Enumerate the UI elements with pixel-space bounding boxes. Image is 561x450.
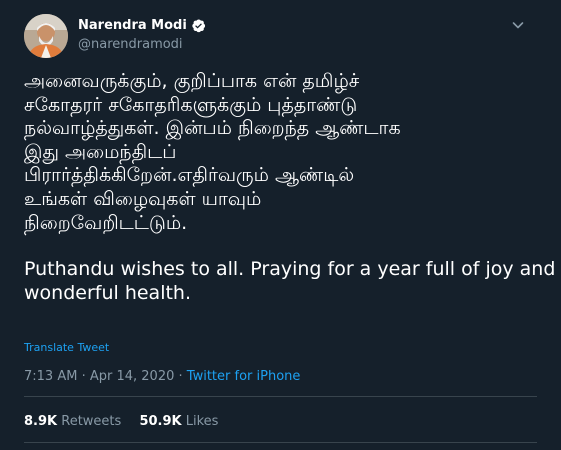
likes-count: 50.9K — [139, 414, 182, 429]
author-name[interactable]: Narendra Modi — [78, 18, 187, 33]
tweet-time[interactable]: 7:13 AM — [24, 369, 77, 384]
likes-stat[interactable]: 50.9K Likes — [139, 414, 218, 429]
divider — [24, 442, 537, 443]
avatar[interactable] — [24, 14, 68, 58]
tweet-line-tamil: உங்கள் விழைவுகள் யாவும் — [24, 187, 262, 210]
retweets-count: 8.9K — [24, 414, 58, 429]
chevron-down-icon[interactable] — [510, 17, 526, 33]
meta-separator: · — [178, 369, 183, 384]
tweet-line-english: wonderful health. — [24, 281, 192, 304]
retweets-label: Retweets — [61, 414, 122, 429]
tweet-line-tamil: நல்வாழ்த்துகள். இன்பம் நிறைந்த ஆண்டாக — [24, 117, 401, 140]
tweet-stats: 8.9K Retweets 50.9K Likes — [24, 414, 232, 429]
retweets-stat[interactable]: 8.9K Retweets — [24, 414, 121, 429]
tweet-line-tamil: சகோதரர் சகோதரிகளுக்கும் புத்தாண்டு — [24, 93, 358, 116]
tweet-meta: 7:13 AM · Apr 14, 2020 · Twitter for iPh… — [24, 369, 300, 384]
avatar-portrait — [24, 14, 68, 58]
meta-separator: · — [81, 369, 86, 384]
verified-badge-icon — [192, 19, 206, 33]
tweet-line-tamil: நிறைவேறிடட்டும். — [24, 211, 188, 234]
tweet-line-tamil: இது அமைந்திடப் — [24, 140, 177, 163]
divider — [24, 396, 537, 397]
tweet-card: Narendra Modi @narendramodi அனைவருக்கும்… — [0, 0, 561, 450]
tweet-line-english: Puthandu wishes to all. Praying for a ye… — [24, 258, 556, 281]
tweet-date[interactable]: Apr 14, 2020 — [90, 369, 175, 384]
translate-tweet-link[interactable]: Translate Tweet — [24, 341, 109, 354]
tweet-text: அனைவருக்கும், குறிப்பாக என் தமிழ்ச் சகோத… — [24, 70, 556, 305]
author-handle[interactable]: @narendramodi — [78, 37, 183, 52]
tweet-line-tamil: அனைவருக்கும், குறிப்பாக என் தமிழ்ச் — [24, 70, 360, 92]
likes-label: Likes — [185, 414, 219, 429]
tweet-source-link[interactable]: Twitter for iPhone — [187, 369, 301, 384]
tweet-line-tamil: பிரார்த்திக்கிறேன்.எதிர்வரும் ஆண்டில் — [24, 164, 355, 187]
